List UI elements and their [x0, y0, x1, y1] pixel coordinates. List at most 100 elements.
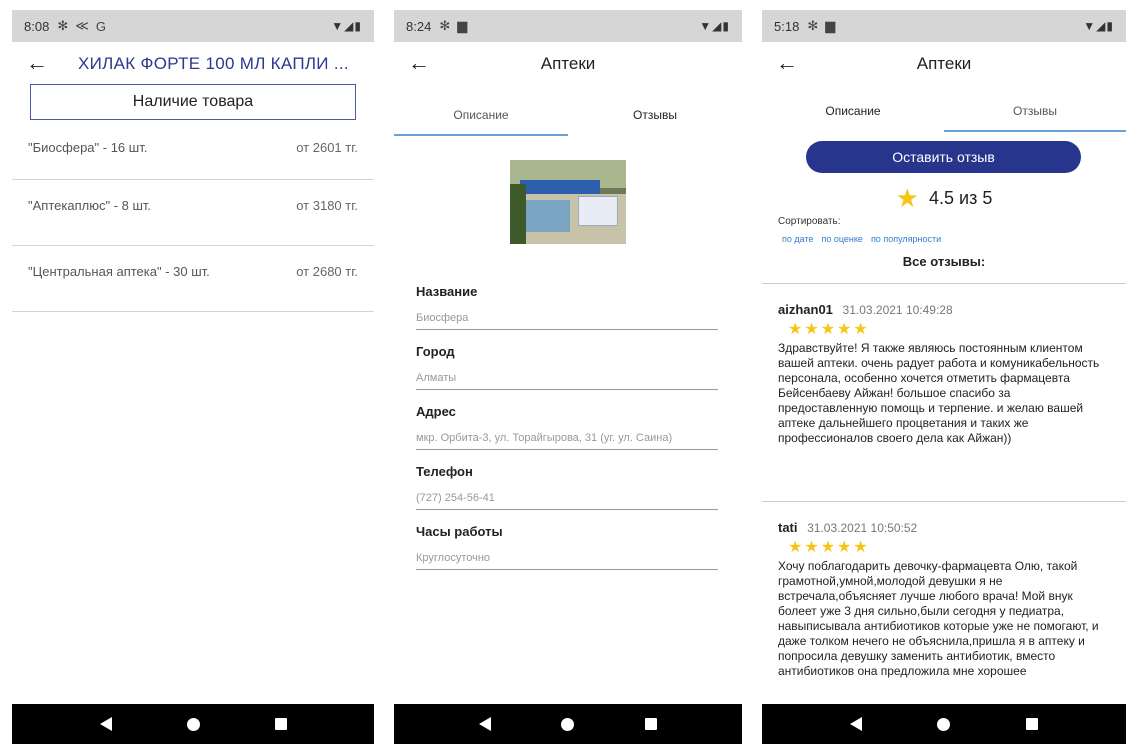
- nav-back-icon[interactable]: [99, 717, 112, 731]
- list-item[interactable]: "Биосфера" - 16 шт. от 2601 тг.: [12, 124, 374, 180]
- pharmacy-info: Название Биосфера Город Алматы Адрес мкр…: [416, 284, 718, 584]
- phone-screen-stock: 8:08 ✻ ≪ G ▼◢▮ ← ХИЛАК ФОРТЕ 100 МЛ КАПЛ…: [12, 10, 374, 744]
- signal-battery-icon: ▼◢▮: [331, 19, 362, 33]
- review-text: Хочу поблагодарить девочку-фармацевта Ол…: [778, 559, 1099, 678]
- sort-label: Сортировать:: [778, 216, 841, 227]
- tab-label: Отзывы: [633, 108, 677, 122]
- all-reviews-heading: Все отзывы:: [902, 254, 986, 269]
- back-arrow-icon[interactable]: ←: [26, 52, 48, 74]
- field-label: Название: [416, 284, 478, 299]
- pharmacy-name: "Аптекаплюс" - 8 шт.: [28, 198, 152, 213]
- price: от 3180 тг.: [296, 198, 358, 213]
- info-address: Адрес мкр. Орбита-3, ул. Торайгырова, 31…: [416, 404, 718, 450]
- back-arrow-icon[interactable]: ←: [408, 52, 430, 74]
- sort-by-popularity[interactable]: по популярности: [871, 234, 941, 244]
- nav-recents-icon[interactable]: [274, 718, 287, 730]
- info-hours: Часы работы Круглосуточно: [416, 524, 718, 570]
- app-bar: ← Аптеки: [394, 42, 742, 86]
- rating-value: 4.5 из 5: [928, 187, 993, 208]
- signal-battery-icon: ▼◢▮: [1083, 19, 1114, 33]
- nav-home-icon[interactable]: [561, 717, 575, 731]
- info-phone: Телефон (727) 254-56-41: [416, 464, 718, 510]
- review-date: 31.03.2021 10:49:28: [842, 303, 953, 317]
- tab-indicator: [944, 130, 1126, 132]
- field-value: Алматы: [416, 362, 718, 390]
- stock-availability-button[interactable]: Наличие товара: [30, 84, 356, 120]
- g-icon: G: [95, 18, 106, 34]
- tab-label: Описание: [453, 108, 509, 122]
- tab-description[interactable]: Описание: [394, 94, 568, 136]
- share-icon: ≪: [75, 18, 89, 33]
- tab-description[interactable]: Описание: [762, 90, 944, 132]
- field-label: Город: [416, 344, 455, 359]
- phone-screen-reviews: 5:18 ✻ ▆ ▼◢▮ ← Аптеки Описание Отзывы Ос…: [762, 10, 1126, 744]
- review-user: tati: [778, 520, 798, 535]
- nav-back-icon[interactable]: [479, 717, 492, 731]
- gear-icon: ✻: [439, 18, 451, 33]
- tab-bar: Описание Отзывы: [762, 90, 1126, 132]
- tab-label: Отзывы: [1013, 104, 1057, 118]
- review-user: aizhan01: [778, 302, 833, 317]
- status-time: 8:24: [406, 18, 432, 34]
- system-nav-bar: [394, 704, 742, 744]
- field-value[interactable]: (727) 254-56-41: [416, 482, 718, 510]
- leave-review-button[interactable]: Оставить отзыв: [806, 141, 1081, 173]
- stock-list: "Биосфера" - 16 шт. от 2601 тг. "Аптекап…: [12, 124, 374, 312]
- app-bar: ← Аптеки: [762, 42, 1126, 86]
- field-label: Часы работы: [416, 524, 503, 539]
- system-nav-bar: [12, 704, 374, 744]
- review-date: 31.03.2021 10:50:52: [807, 521, 918, 535]
- page-title: Аптеки: [916, 54, 972, 73]
- rating-summary: ★ 4.5 из 5: [762, 183, 1126, 213]
- status-bar: 8:08 ✻ ≪ G ▼◢▮: [12, 10, 374, 42]
- pharmacy-name: "Центральная аптека" - 30 шт.: [28, 264, 210, 279]
- nav-recents-icon[interactable]: [644, 718, 657, 730]
- phone-screen-pharmacy-info: 8:24 ✻ ▆ ▼◢▮ ← Аптеки Описание Отзывы На…: [394, 10, 742, 744]
- tab-indicator: [394, 134, 568, 136]
- status-time: 5:18: [774, 18, 800, 34]
- info-name: Название Биосфера: [416, 284, 718, 330]
- status-bar: 5:18 ✻ ▆ ▼◢▮: [762, 10, 1126, 42]
- nav-home-icon[interactable]: [937, 717, 951, 731]
- review-list: aizhan01 31.03.2021 10:49:28 ★★★★★ Здрав…: [762, 283, 1126, 679]
- page-title: Аптеки: [540, 54, 596, 73]
- nav-home-icon[interactable]: [186, 717, 200, 731]
- system-nav-bar: [762, 704, 1126, 744]
- review-header: aizhan01 31.03.2021 10:49:28: [778, 302, 1112, 317]
- sort-by-date[interactable]: по дате: [782, 234, 813, 244]
- tab-bar: Описание Отзывы: [394, 94, 742, 136]
- sd-card-icon: ▆: [457, 18, 468, 33]
- price: от 2601 тг.: [296, 140, 358, 155]
- review-item: aizhan01 31.03.2021 10:49:28 ★★★★★ Здрав…: [762, 284, 1126, 502]
- pharmacy-name: "Биосфера" - 16 шт.: [28, 140, 148, 155]
- review-stars: ★★★★★: [788, 321, 870, 338]
- sd-card-icon: ▆: [825, 18, 836, 33]
- tab-reviews[interactable]: Отзывы: [944, 90, 1126, 132]
- field-value: Биосфера: [416, 302, 718, 330]
- nav-back-icon[interactable]: [849, 717, 862, 731]
- field-value: мкр. Орбита-3, ул. Торайгырова, 31 (уг. …: [416, 422, 718, 450]
- list-item[interactable]: "Аптекаплюс" - 8 шт. от 3180 тг.: [12, 180, 374, 246]
- list-item[interactable]: "Центральная аптека" - 30 шт. от 2680 тг…: [12, 246, 374, 312]
- pharmacy-photo: [510, 160, 626, 244]
- sort-options: по дате по оценке по популярности: [782, 234, 941, 244]
- nav-recents-icon[interactable]: [1026, 718, 1039, 730]
- field-value: Круглосуточно: [416, 542, 718, 570]
- tab-label: Описание: [825, 104, 881, 118]
- field-label: Адрес: [416, 404, 456, 419]
- star-icon: ★: [895, 183, 919, 213]
- sort-by-rating[interactable]: по оценке: [821, 234, 862, 244]
- gear-icon: ✻: [57, 18, 69, 33]
- status-bar: 8:24 ✻ ▆ ▼◢▮: [394, 10, 742, 42]
- page-title: ХИЛАК ФОРТЕ 100 МЛ КАПЛИ ...: [78, 54, 349, 73]
- status-time: 8:08: [24, 18, 50, 34]
- info-city: Город Алматы: [416, 344, 718, 390]
- field-label: Телефон: [416, 464, 473, 479]
- back-arrow-icon[interactable]: ←: [776, 52, 798, 74]
- gear-icon: ✻: [807, 18, 819, 33]
- review-stars: ★★★★★: [788, 539, 870, 556]
- app-bar: ← ХИЛАК ФОРТЕ 100 МЛ КАПЛИ ...: [12, 42, 374, 86]
- tab-reviews[interactable]: Отзывы: [568, 94, 742, 136]
- price: от 2680 тг.: [296, 264, 358, 279]
- review-item: tati 31.03.2021 10:50:52 ★★★★★ Хочу побл…: [762, 502, 1126, 679]
